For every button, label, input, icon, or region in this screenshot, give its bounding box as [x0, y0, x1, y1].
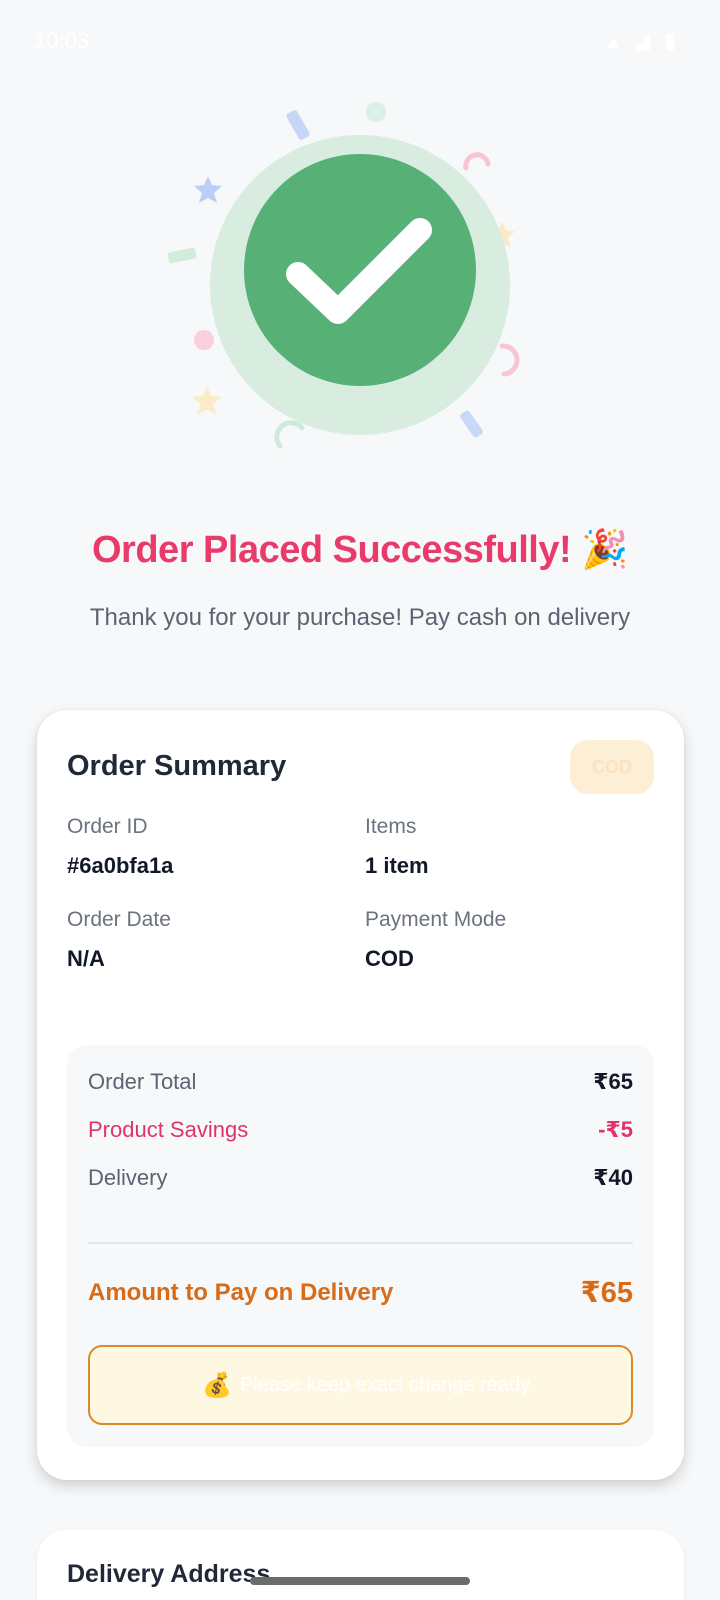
order-success-screen: 10:03 ▴ ◢ ▮ Order Placed Successfully! 🎉…	[0, 0, 720, 1600]
confetti-dot-icon	[366, 102, 386, 122]
delivery-address-card: Delivery Address	[37, 1530, 684, 1600]
product-savings-row: Product Savings -₹5	[88, 1117, 633, 1149]
confetti-star-icon	[190, 384, 224, 423]
party-popper-icon: 🎉	[581, 529, 628, 571]
payment-breakdown: Order Total ₹65 Product Savings -₹5 Deli…	[67, 1045, 654, 1447]
success-subtitle: Thank you for your purchase! Pay cash on…	[89, 604, 631, 631]
amount-to-pay-label: Amount to Pay on Delivery	[88, 1279, 394, 1306]
product-savings-label: Product Savings	[88, 1117, 249, 1142]
delivery-row: Delivery ₹40	[88, 1165, 633, 1197]
money-bag-icon: 💰	[202, 1372, 232, 1399]
cash-note-text: Please keep exact change ready	[240, 1374, 531, 1396]
cash-note: 💰 Please keep exact change ready	[88, 1345, 633, 1425]
confetti-bar-icon	[285, 109, 311, 141]
order-id-label: Order ID	[67, 815, 148, 838]
home-indicator[interactable]	[250, 1577, 470, 1585]
items-value: 1 item	[365, 853, 429, 878]
payment-mode-label: Payment Mode	[365, 908, 507, 931]
items-label: Items	[365, 815, 417, 838]
success-title-text: Order Placed Successfully!	[92, 529, 572, 571]
status-bar: 10:03 ▴ ◢ ▮	[0, 0, 720, 80]
confetti-star-icon	[192, 174, 224, 211]
order-summary-card: Order Summary COD Order ID #6a0bfa1a Ite…	[37, 710, 684, 1480]
success-check-icon	[244, 154, 476, 386]
delivery-label: Delivery	[88, 1165, 168, 1190]
success-title: Order Placed Successfully! 🎉	[0, 528, 720, 572]
payment-mode-badge: COD	[570, 740, 654, 794]
delivery-address-title: Delivery Address	[67, 1560, 271, 1588]
order-id-value: #6a0bfa1a	[67, 853, 174, 878]
amount-to-pay-value: ₹65	[580, 1277, 633, 1309]
order-total-label: Order Total	[88, 1069, 197, 1094]
success-illustration	[0, 90, 720, 490]
confetti-ring-icon	[274, 420, 308, 455]
confetti-bar-icon	[167, 247, 197, 264]
totals-divider	[88, 1242, 633, 1244]
order-total-amount: ₹65	[593, 1069, 633, 1094]
status-time: 10:03	[34, 28, 90, 53]
order-date-value: N/A	[67, 946, 105, 971]
confetti-ring-icon	[494, 342, 524, 383]
order-summary-title: Order Summary	[67, 750, 287, 782]
confetti-dot-icon	[194, 330, 214, 350]
system-icons: ▴ ◢ ▮	[607, 28, 680, 53]
delivery-amount: ₹40	[593, 1165, 633, 1190]
order-date-label: Order Date	[67, 908, 171, 931]
payment-mode-value: COD	[365, 946, 414, 971]
product-savings-amount: -₹5	[598, 1117, 633, 1142]
amount-to-pay-row: Amount to Pay on Delivery ₹65	[88, 1275, 633, 1315]
confetti-bar-icon	[458, 409, 485, 439]
order-total-row: Order Total ₹65	[88, 1069, 633, 1101]
